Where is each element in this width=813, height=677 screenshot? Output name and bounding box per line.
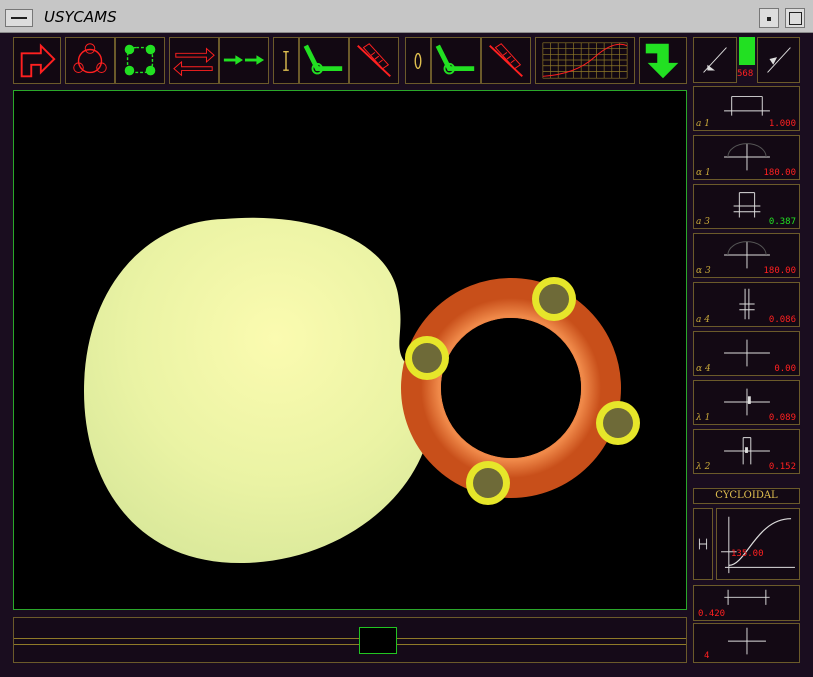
param-value: 0.00 bbox=[774, 364, 796, 374]
tool-grid-graph[interactable] bbox=[535, 37, 635, 84]
tool-three-rollers[interactable] bbox=[65, 37, 115, 84]
param-value: 180.00 bbox=[763, 168, 796, 178]
spring-mechanism-2-icon bbox=[489, 43, 523, 77]
four-rollers-icon bbox=[124, 44, 156, 76]
param-panel-lambda1[interactable]: λ 1 0.089 bbox=[693, 380, 800, 425]
ring-hole bbox=[441, 318, 581, 458]
diagonal-line-icon bbox=[703, 47, 727, 73]
motion-law-angle: 135.00 bbox=[731, 549, 764, 559]
count-panel[interactable]: 4 bbox=[693, 623, 800, 663]
count-value: 4 bbox=[704, 651, 710, 661]
param-value: 0.387 bbox=[768, 217, 796, 227]
title-bar: USYCAMS bbox=[0, 0, 813, 33]
cycloid-curve-icon bbox=[721, 516, 795, 574]
roller bbox=[532, 277, 576, 321]
tool-turn[interactable] bbox=[13, 37, 61, 84]
param-panel-a1[interactable]: a 1 1.000 bbox=[693, 86, 800, 131]
stroke-panel[interactable]: 0.420 bbox=[693, 585, 800, 621]
param-value: 0.086 bbox=[768, 315, 796, 325]
linear-follower-icon bbox=[283, 51, 289, 71]
param-panel-alpha4[interactable]: α 4 0.00 bbox=[693, 331, 800, 376]
diagonal-line-icon bbox=[767, 47, 791, 73]
zoom-value: 568 bbox=[737, 69, 754, 79]
tool-oscillating-follower[interactable] bbox=[405, 37, 431, 84]
tool-translation[interactable] bbox=[169, 37, 219, 84]
param-label: α 4 bbox=[696, 364, 711, 374]
param-panel-a3[interactable]: a 3 0.387 bbox=[693, 184, 800, 229]
tool-arrow-down[interactable] bbox=[639, 37, 687, 84]
cam-viewport[interactable] bbox=[13, 90, 687, 610]
motion-law-label[interactable]: CYCLOIDAL bbox=[693, 488, 800, 504]
lever-arm-icon bbox=[303, 44, 343, 75]
grid-graph-icon bbox=[542, 42, 628, 79]
param-label: a 1 bbox=[696, 119, 710, 129]
motion-law-graph[interactable]: 135.00 bbox=[716, 508, 800, 580]
motion-law-mini[interactable] bbox=[693, 508, 713, 580]
param-value: 1.000 bbox=[768, 119, 796, 129]
slider-thumb[interactable] bbox=[359, 627, 397, 654]
param-label: α 3 bbox=[696, 266, 711, 276]
slider-track bbox=[14, 638, 686, 639]
tool-lever-arm[interactable] bbox=[299, 37, 349, 84]
param-value: 180.00 bbox=[763, 266, 796, 276]
cam-profile bbox=[84, 217, 433, 564]
window-menu-button[interactable] bbox=[5, 9, 33, 27]
tool-four-rollers[interactable] bbox=[115, 37, 165, 84]
stroke-value: 0.420 bbox=[698, 609, 726, 619]
param-label: a 4 bbox=[696, 315, 710, 325]
slider-track bbox=[14, 644, 686, 645]
roller bbox=[596, 401, 640, 445]
roller bbox=[466, 461, 510, 505]
roller bbox=[405, 336, 449, 380]
param-panel-alpha1[interactable]: α 1 180.00 bbox=[693, 135, 800, 180]
param-label: λ 2 bbox=[696, 462, 711, 472]
zoom-bar bbox=[739, 37, 755, 65]
param-label: a 3 bbox=[696, 217, 710, 227]
param-panel-a4[interactable]: a 4 0.086 bbox=[693, 282, 800, 327]
maximize-button[interactable] bbox=[785, 8, 805, 28]
window-title: USYCAMS bbox=[44, 8, 117, 26]
tool-spring-mechanism-2[interactable] bbox=[481, 37, 531, 84]
tool-dashed-arrows[interactable] bbox=[219, 37, 269, 84]
param-panel-alpha3[interactable]: α 3 180.00 bbox=[693, 233, 800, 278]
dashed-arrows-icon bbox=[223, 55, 265, 65]
translation-arrows-icon bbox=[173, 47, 215, 77]
param-label: λ 1 bbox=[696, 413, 711, 423]
spring-mechanism-icon bbox=[357, 43, 391, 77]
tool-lever-arm-2[interactable] bbox=[431, 37, 481, 84]
cam-rendering bbox=[84, 217, 640, 564]
minimize-button[interactable] bbox=[759, 8, 779, 28]
param-value: 0.089 bbox=[768, 413, 796, 423]
view-toggle-left[interactable] bbox=[693, 37, 737, 83]
zoom-indicator: 568 bbox=[737, 37, 757, 83]
angle-slider[interactable] bbox=[13, 617, 687, 663]
lever-arm-2-icon bbox=[435, 44, 475, 75]
tool-linear-follower[interactable] bbox=[273, 37, 299, 84]
view-toggle-right[interactable] bbox=[757, 37, 800, 83]
oscillating-follower-icon bbox=[414, 52, 422, 70]
toolbar bbox=[0, 34, 813, 86]
arrow-turn-icon bbox=[20, 43, 56, 78]
three-rollers-icon bbox=[73, 43, 107, 74]
tool-spring-mechanism[interactable] bbox=[349, 37, 399, 84]
param-value: 0.152 bbox=[768, 462, 796, 472]
param-panel-lambda2[interactable]: λ 2 0.152 bbox=[693, 429, 800, 474]
param-label: α 1 bbox=[696, 168, 711, 178]
arrow-down-icon bbox=[645, 43, 679, 79]
